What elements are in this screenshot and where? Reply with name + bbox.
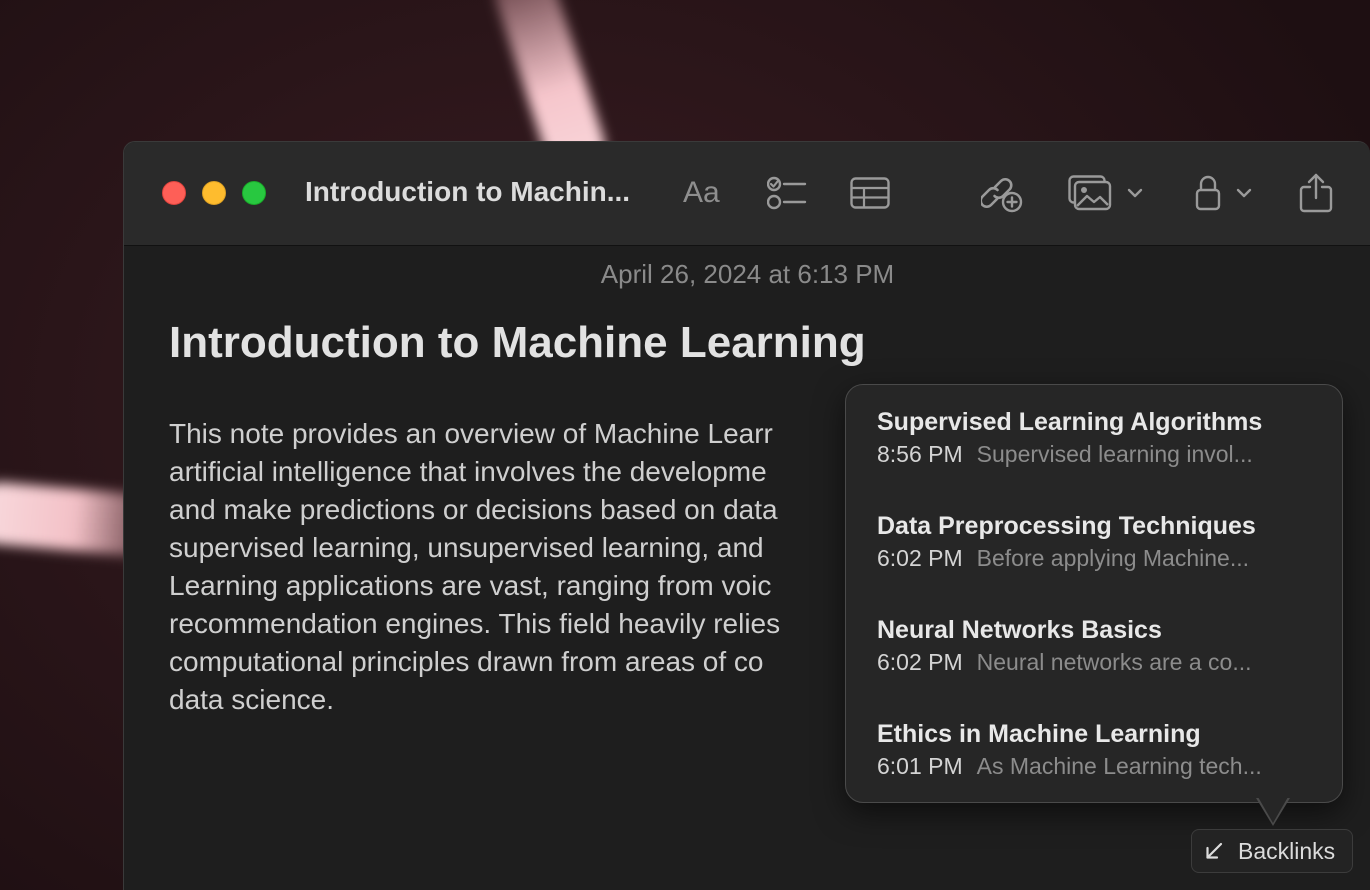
backlink-title: Supervised Learning Algorithms bbox=[877, 408, 1263, 436]
backlink-title: Data Preprocessing Techniques bbox=[877, 512, 1256, 540]
minimize-window-button[interactable] bbox=[202, 181, 226, 205]
text-format-button[interactable]: Aa bbox=[683, 170, 720, 216]
backlink-item[interactable]: Neural Networks Basics 6:02 PM Neural net… bbox=[877, 615, 1307, 677]
media-icon bbox=[1068, 175, 1112, 211]
backlink-time: 6:02 PM bbox=[877, 545, 963, 571]
share-button[interactable] bbox=[1299, 170, 1333, 216]
lock-note-button[interactable] bbox=[1195, 170, 1255, 216]
share-icon bbox=[1299, 173, 1333, 213]
window-titlebar: Introduction to Machin... Aa bbox=[124, 142, 1370, 246]
backlink-snippet: As Machine Learning tech... bbox=[976, 753, 1262, 779]
chevron-down-icon bbox=[1236, 188, 1252, 198]
media-button[interactable] bbox=[1068, 170, 1146, 216]
backlink-snippet: Neural networks are a co... bbox=[976, 649, 1252, 675]
table-icon bbox=[850, 177, 890, 209]
backlink-time: 8:56 PM bbox=[877, 441, 963, 467]
note-date: April 26, 2024 at 6:13 PM bbox=[600, 259, 895, 289]
popover-arrow bbox=[1258, 797, 1288, 823]
window-title: Introduction to Machin... bbox=[305, 176, 631, 207]
backlinks-button[interactable]: Backlinks bbox=[1191, 829, 1353, 873]
maximize-window-button[interactable] bbox=[242, 181, 266, 205]
backlink-snippet: Supervised learning invol... bbox=[976, 441, 1253, 467]
backlinks-button-label: Backlinks bbox=[1238, 837, 1336, 864]
checklist-icon bbox=[767, 176, 807, 210]
backlink-time: 6:02 PM bbox=[877, 649, 963, 675]
close-window-button[interactable] bbox=[162, 181, 186, 205]
arrow-down-left-icon bbox=[1204, 841, 1224, 861]
table-button[interactable] bbox=[850, 170, 890, 216]
lock-icon bbox=[1195, 175, 1221, 211]
add-link-button[interactable] bbox=[981, 170, 1023, 216]
backlink-time: 6:01 PM bbox=[877, 753, 963, 779]
add-link-icon bbox=[981, 178, 1023, 213]
backlinks-popover: Supervised Learning Algorithms 8:56 PM Su… bbox=[845, 384, 1343, 803]
backlink-item[interactable]: Data Preprocessing Techniques 6:02 PM Bef… bbox=[877, 511, 1307, 573]
backlink-title: Ethics in Machine Learning bbox=[877, 720, 1201, 748]
checklist-button[interactable] bbox=[767, 170, 807, 216]
backlink-item[interactable]: Supervised Learning Algorithms 8:56 PM Su… bbox=[877, 407, 1307, 469]
backlink-snippet: Before applying Machine... bbox=[976, 545, 1249, 571]
backlink-item[interactable]: Ethics in Machine Learning 6:01 PM As Mac… bbox=[877, 719, 1307, 781]
note-title[interactable]: Introduction to Machine Learning bbox=[169, 318, 866, 368]
chevron-down-icon bbox=[1127, 188, 1143, 198]
text-format-icon: Aa bbox=[683, 176, 720, 209]
backlink-title: Neural Networks Basics bbox=[877, 616, 1162, 644]
